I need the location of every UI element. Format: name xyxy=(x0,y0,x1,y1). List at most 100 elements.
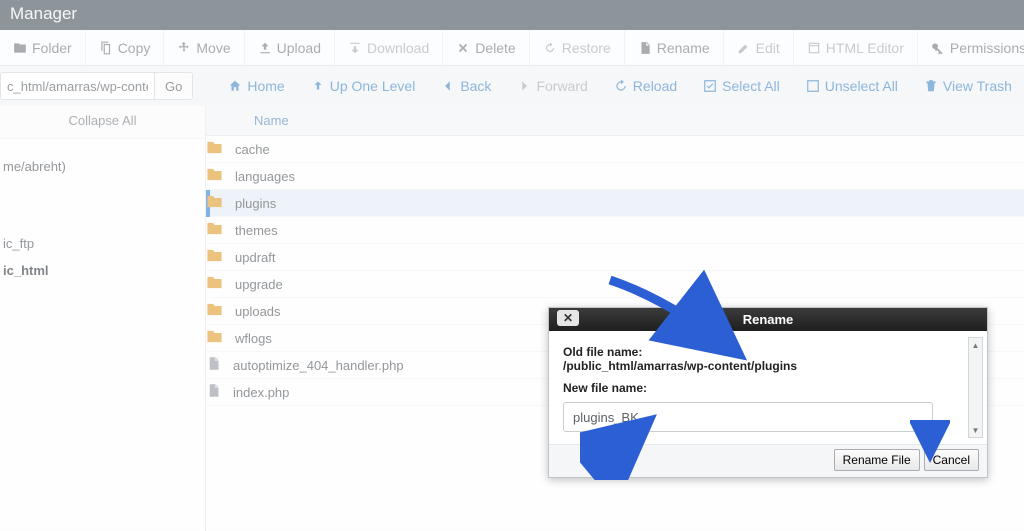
file-row[interactable]: cache xyxy=(206,136,1024,163)
modal-title-bar[interactable]: ✕ Rename xyxy=(549,308,987,331)
trash-icon xyxy=(924,79,938,93)
html-editor-label: HTML Editor xyxy=(826,40,904,56)
html-editor-icon xyxy=(807,41,821,55)
download-button[interactable]: Download xyxy=(335,30,443,65)
old-name-label: Old file name: xyxy=(563,345,973,359)
restore-label: Restore xyxy=(562,40,611,56)
upload-button[interactable]: Upload xyxy=(245,30,335,65)
tree-item-html[interactable]: ic_html xyxy=(0,257,205,284)
file-name: cache xyxy=(235,142,270,157)
back-button[interactable]: Back xyxy=(428,66,504,106)
column-header-name[interactable]: Name xyxy=(206,106,1024,136)
file-row[interactable]: updraft xyxy=(206,244,1024,271)
folder-icon xyxy=(206,247,223,267)
folder-button[interactable]: Folder xyxy=(0,30,86,65)
folder-icon xyxy=(206,139,223,159)
upload-label: Upload xyxy=(277,40,321,56)
sidebar: Collapse All me/abreht) ic_ftp ic_html xyxy=(0,106,206,531)
home-button[interactable]: Home xyxy=(215,66,297,106)
select-all-label: Select All xyxy=(722,78,780,94)
permissions-button[interactable]: Permissions xyxy=(918,30,1024,65)
go-button[interactable]: Go xyxy=(155,72,193,100)
copy-button[interactable]: Copy xyxy=(86,30,165,65)
tree-item-ftp[interactable]: ic_ftp xyxy=(0,230,205,257)
file-row[interactable]: plugins xyxy=(206,190,1024,217)
unselect-all-button[interactable]: Unselect All xyxy=(793,66,911,106)
rename-button[interactable]: Rename xyxy=(625,30,724,65)
permissions-label: Permissions xyxy=(950,40,1024,56)
up-icon xyxy=(311,79,325,93)
close-icon[interactable]: ✕ xyxy=(557,310,579,326)
rename-label: Rename xyxy=(657,40,710,56)
view-trash-button[interactable]: View Trash xyxy=(911,66,1024,106)
delete-button[interactable]: Delete xyxy=(443,30,529,65)
view-trash-label: View Trash xyxy=(943,78,1012,94)
reload-icon xyxy=(614,79,628,93)
folder-icon xyxy=(206,220,223,240)
file-name: upgrade xyxy=(235,277,283,292)
unselect-all-label: Unselect All xyxy=(825,78,898,94)
scroll-up-icon[interactable]: ▲ xyxy=(969,338,982,352)
up-label: Up One Level xyxy=(330,78,416,94)
home-label: Home xyxy=(247,78,284,94)
up-one-level-button[interactable]: Up One Level xyxy=(298,66,429,106)
file-row[interactable]: languages xyxy=(206,163,1024,190)
rename-file-button[interactable]: Rename File xyxy=(834,449,920,471)
copy-icon xyxy=(99,41,113,55)
delete-label: Delete xyxy=(475,40,515,56)
file-name: languages xyxy=(235,169,295,184)
file-name: uploads xyxy=(235,304,281,319)
back-icon xyxy=(441,79,455,93)
file-icon xyxy=(206,382,221,402)
forward-label: Forward xyxy=(536,78,587,94)
folder-icon xyxy=(13,41,27,55)
file-row[interactable]: upgrade xyxy=(206,271,1024,298)
edit-button[interactable]: Edit xyxy=(724,30,794,65)
modal-scrollbar[interactable]: ▲ ▼ xyxy=(968,337,983,438)
pencil-icon xyxy=(737,41,751,55)
file-name: index.php xyxy=(233,385,289,400)
folder-icon xyxy=(206,274,223,294)
unselect-all-icon xyxy=(806,79,820,93)
edit-label: Edit xyxy=(756,40,780,56)
restore-button[interactable]: Restore xyxy=(530,30,625,65)
select-all-icon xyxy=(703,79,717,93)
window-title: Manager xyxy=(0,0,1024,30)
file-icon xyxy=(206,355,221,375)
html-editor-button[interactable]: HTML Editor xyxy=(794,30,918,65)
path-input[interactable] xyxy=(0,72,155,100)
select-all-button[interactable]: Select All xyxy=(690,66,793,106)
folder-label: Folder xyxy=(32,40,72,56)
collapse-all-button[interactable]: Collapse All xyxy=(0,106,205,139)
path-box: Go xyxy=(0,72,199,100)
file-name: plugins xyxy=(235,196,276,211)
copy-label: Copy xyxy=(118,40,151,56)
file-name: wflogs xyxy=(235,331,272,346)
main-toolbar: Folder Copy Move Upload Download Delete … xyxy=(0,30,1024,66)
download-icon xyxy=(348,41,362,55)
forward-button[interactable]: Forward xyxy=(504,66,600,106)
new-name-label: New file name: xyxy=(563,381,973,395)
tree-item-root[interactable]: me/abreht) xyxy=(0,153,205,180)
reload-label: Reload xyxy=(633,78,677,94)
new-name-input[interactable] xyxy=(563,402,933,432)
move-icon xyxy=(177,41,191,55)
folder-icon xyxy=(206,301,223,321)
rename-modal: ✕ Rename Old file name: /public_html/ama… xyxy=(548,307,988,478)
file-name: updraft xyxy=(235,250,275,265)
action-bar: Go Home Up One Level Back Forward Reload… xyxy=(0,66,1024,106)
move-button[interactable]: Move xyxy=(164,30,244,65)
folder-icon xyxy=(206,193,223,213)
reload-button[interactable]: Reload xyxy=(601,66,690,106)
cancel-button[interactable]: Cancel xyxy=(924,449,979,471)
scroll-down-icon[interactable]: ▼ xyxy=(969,423,982,437)
delete-icon xyxy=(456,41,470,55)
forward-icon xyxy=(517,79,531,93)
file-name: themes xyxy=(235,223,278,238)
restore-icon xyxy=(543,41,557,55)
move-label: Move xyxy=(196,40,230,56)
modal-footer: Rename File Cancel xyxy=(549,444,987,477)
title-text: Manager xyxy=(10,4,77,23)
file-row[interactable]: themes xyxy=(206,217,1024,244)
folder-icon xyxy=(206,166,223,186)
